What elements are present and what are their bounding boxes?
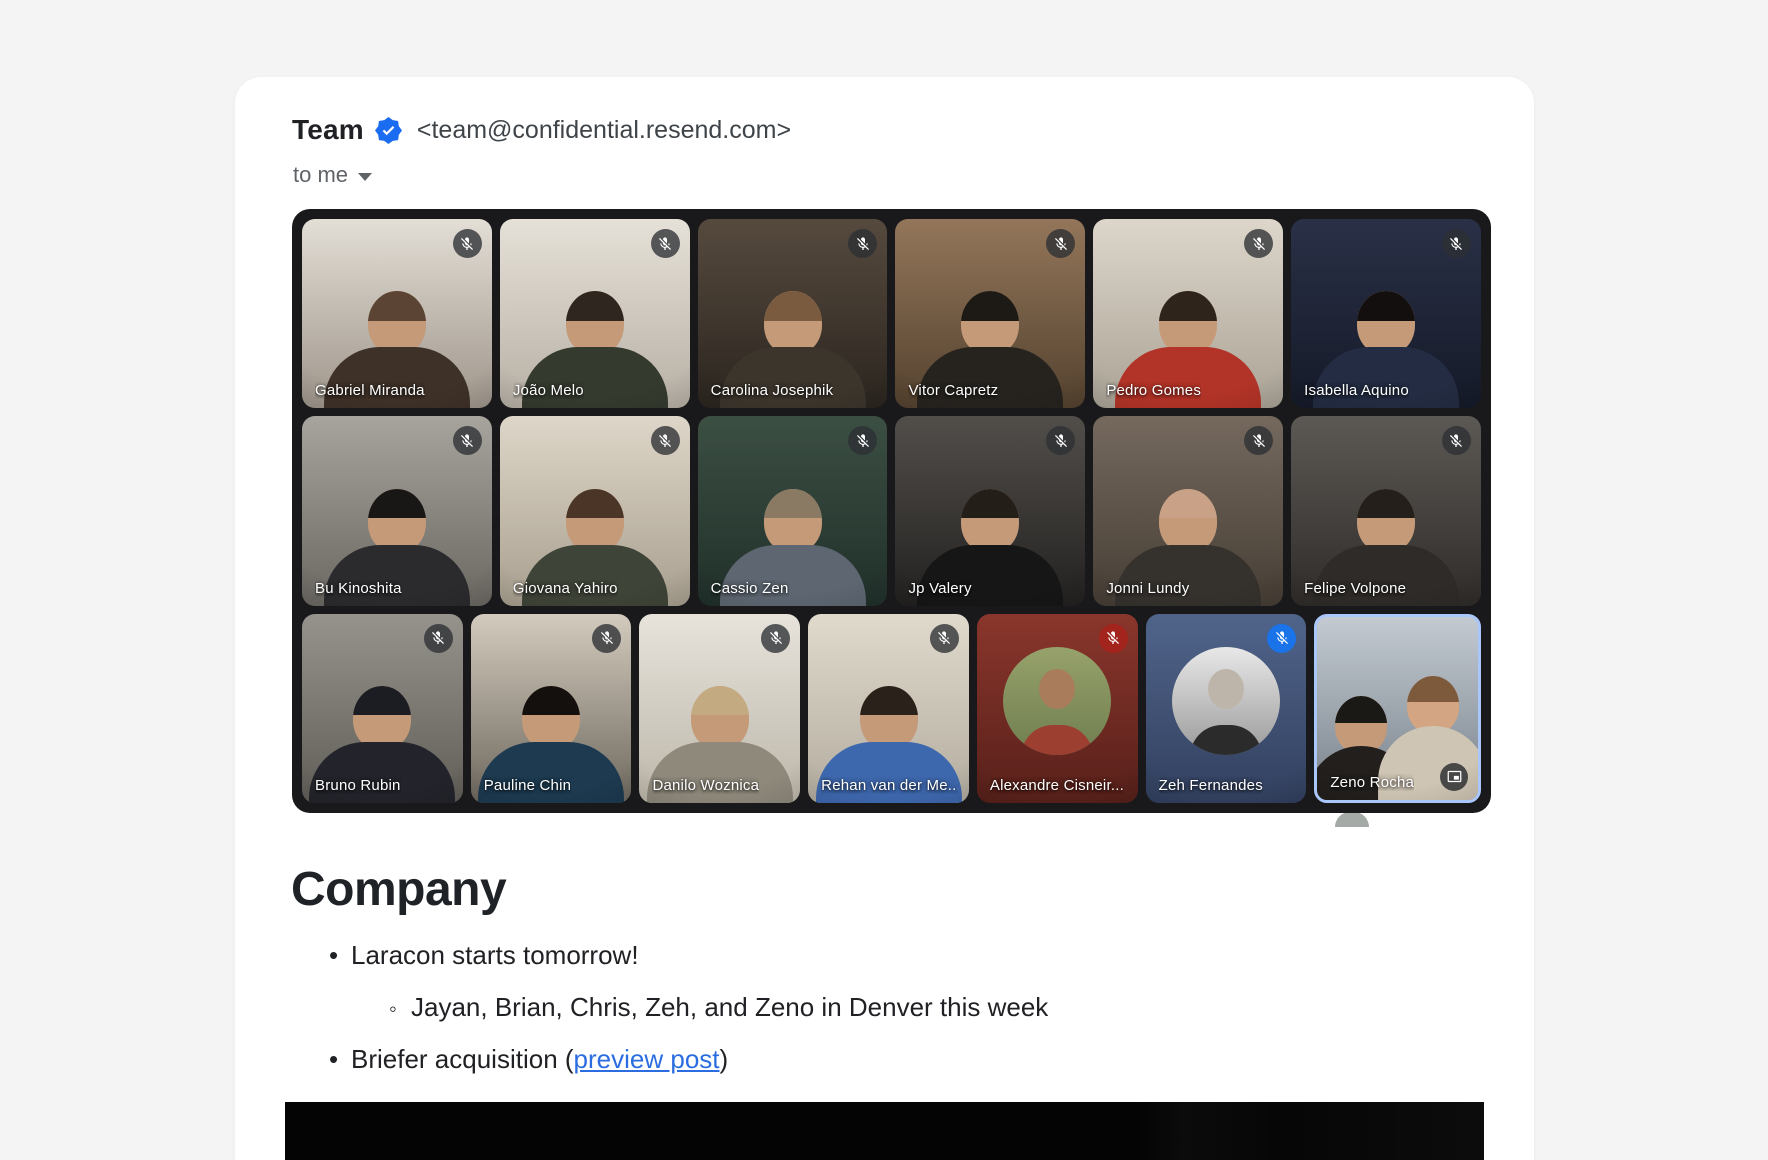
list-item: •Laracon starts tomorrow!	[329, 940, 1389, 971]
email-card: Team <team@confidential.resend.com> to m…	[235, 77, 1534, 1160]
mic-muted-icon	[1244, 426, 1273, 455]
participant-tile: Jonni Lundy	[1093, 416, 1283, 605]
participant-name: Isabella Aquino	[1304, 382, 1409, 399]
participant-tile: Zeno Rocha	[1314, 614, 1481, 803]
participant-name: João Melo	[513, 382, 584, 399]
participant-name: Alexandre Cisneir...	[990, 777, 1124, 794]
participant-name: Cassio Zen	[711, 580, 789, 597]
preview-post-link[interactable]: preview post	[574, 1044, 720, 1074]
participant-tile: Jp Valery	[895, 416, 1085, 605]
mic-muted-icon	[1442, 229, 1471, 258]
section-heading: Company	[291, 861, 506, 919]
bullet-marker: •	[329, 940, 338, 971]
overflow-avatar-arc	[1335, 812, 1369, 827]
mic-muted-icon	[1046, 426, 1075, 455]
participant-name: Zeh Fernandes	[1159, 777, 1263, 794]
participant-name: Felipe Volpone	[1304, 580, 1406, 597]
participant-tile: Rehan van der Me...	[808, 614, 969, 803]
mic-muted-icon	[592, 624, 621, 653]
mic-muted-icon	[1442, 426, 1471, 455]
participant-tile: Danilo Woznica	[639, 614, 800, 803]
meet-grid-row: Bu Kinoshita Giovana Yahiro Cassio Zen	[302, 416, 1481, 605]
mic-muted-icon	[453, 229, 482, 258]
participant-name: Gabriel Miranda	[315, 382, 425, 399]
avatar	[1003, 647, 1111, 755]
participant-tile: Cassio Zen	[698, 416, 888, 605]
mic-muted-icon	[848, 229, 877, 258]
sender-name[interactable]: Team	[292, 114, 364, 146]
participant-name: Jonni Lundy	[1106, 580, 1189, 597]
bullet-marker: ◦	[389, 993, 397, 1024]
mic-muted-icon	[424, 624, 453, 653]
chevron-down-icon	[358, 173, 372, 181]
participant-tile: João Melo	[500, 219, 690, 408]
mic-muted-icon	[453, 426, 482, 455]
participant-name: Danilo Woznica	[652, 777, 759, 794]
participant-tile: Carolina Josephik	[698, 219, 888, 408]
recipient-dropdown[interactable]: to me	[293, 161, 372, 189]
list-item: ◦Jayan, Brian, Chris, Zeh, and Zeno in D…	[389, 992, 1389, 1023]
participant-tile: Bruno Rubin	[302, 614, 463, 803]
avatar	[1172, 647, 1280, 755]
mic-muted-icon	[1046, 229, 1075, 258]
participant-tile: Zeh Fernandes	[1146, 614, 1307, 803]
verified-badge-icon	[375, 117, 402, 144]
recipient-label: to me	[293, 162, 348, 188]
participant-name: Bu Kinoshita	[315, 580, 402, 597]
participant-name: Pedro Gomes	[1106, 382, 1201, 399]
participant-tile: Pedro Gomes	[1093, 219, 1283, 408]
participant-name: Vitor Capretz	[908, 382, 998, 399]
embedded-video-thumbnail[interactable]	[285, 1102, 1484, 1160]
participant-name: Zeno Rocha	[1330, 774, 1414, 791]
participant-tile: Pauline Chin	[471, 614, 632, 803]
meet-grid-row: Bruno Rubin Pauline Chin Danilo Woznica	[302, 614, 1481, 803]
mic-muted-icon	[1244, 229, 1273, 258]
participant-name: Carolina Josephik	[711, 382, 834, 399]
picture-in-picture-icon	[1440, 763, 1468, 791]
participant-tile: Giovana Yahiro	[500, 416, 690, 605]
participant-name: Giovana Yahiro	[513, 580, 618, 597]
participant-tile: Felipe Volpone	[1291, 416, 1481, 605]
participant-tile: Isabella Aquino	[1291, 219, 1481, 408]
participant-tile: Vitor Capretz	[895, 219, 1085, 408]
page-background: { "palette": { "page_bg": "#f4f4f5", "ca…	[0, 0, 1768, 1160]
meet-grid-row: Gabriel Miranda João Melo Carolina Josep…	[302, 219, 1481, 408]
mic-muted-icon	[1267, 624, 1296, 653]
mic-muted-icon	[1099, 624, 1128, 653]
meet-screenshot[interactable]: Gabriel Miranda João Melo Carolina Josep…	[292, 209, 1491, 813]
mic-muted-icon	[848, 426, 877, 455]
email-header: Team <team@confidential.resend.com>	[292, 111, 791, 149]
participant-name: Pauline Chin	[484, 777, 571, 794]
participant-tile: Gabriel Miranda	[302, 219, 492, 408]
participant-name: Rehan van der Me...	[821, 777, 958, 794]
participant-name: Bruno Rubin	[315, 777, 401, 794]
mic-muted-icon	[651, 426, 680, 455]
mic-muted-icon	[761, 624, 790, 653]
mic-muted-icon	[651, 229, 680, 258]
list-item: •Briefer acquisition (preview post)	[329, 1044, 1389, 1075]
participant-name: Jp Valery	[908, 580, 971, 597]
participant-tile: Bu Kinoshita	[302, 416, 492, 605]
bullet-marker: •	[329, 1044, 338, 1075]
company-list: •Laracon starts tomorrow! ◦Jayan, Brian,…	[329, 940, 1389, 1096]
participant-tile: Alexandre Cisneir...	[977, 614, 1138, 803]
sender-email-address[interactable]: <team@confidential.resend.com>	[417, 116, 791, 145]
mic-muted-icon	[930, 624, 959, 653]
